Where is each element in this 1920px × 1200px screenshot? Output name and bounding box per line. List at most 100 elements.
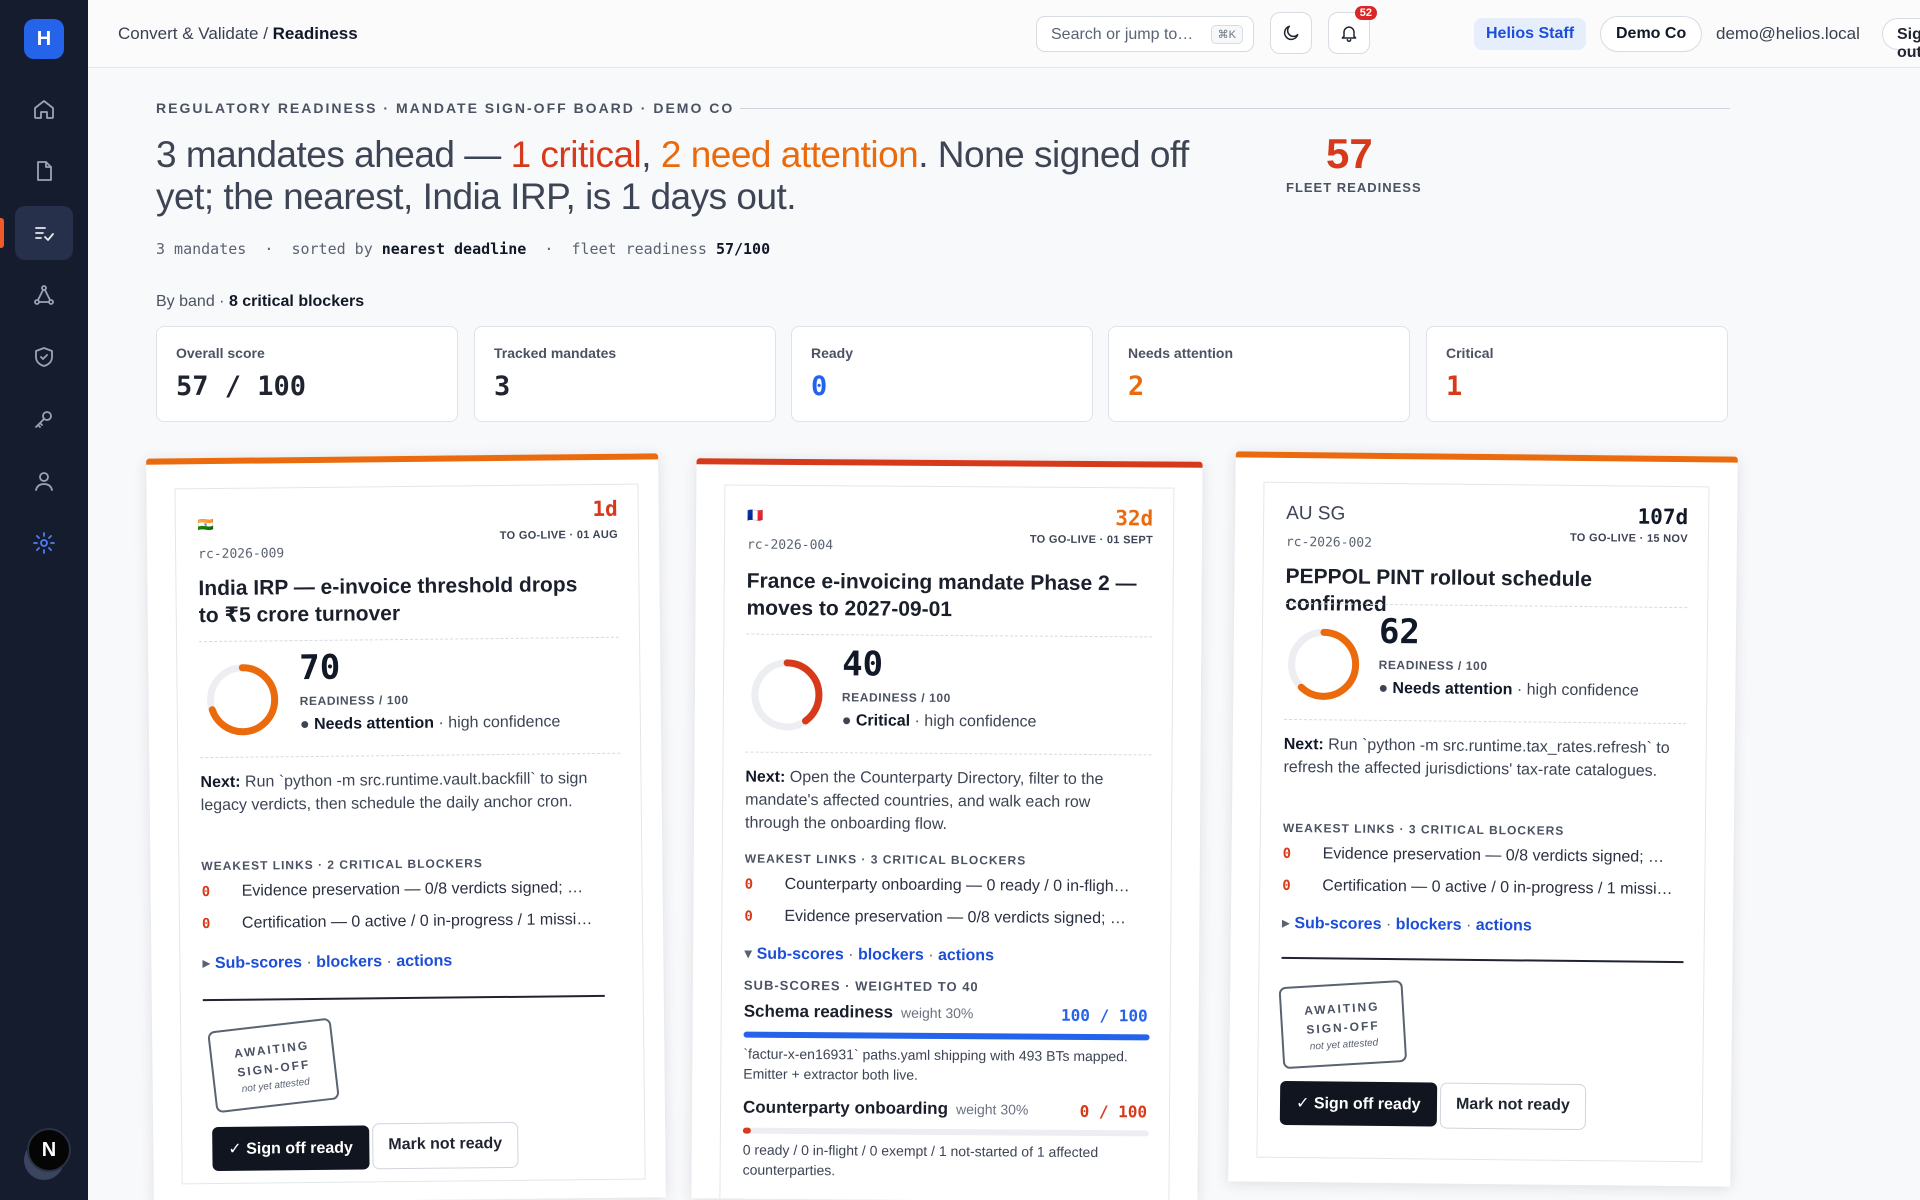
- blocker-item[interactable]: 0 Certification — 0 active / 0 in-progres…: [1282, 877, 1684, 899]
- blocker-item[interactable]: 0 Certification — 0 active / 0 in-progres…: [202, 911, 622, 933]
- meta-sort-value[interactable]: nearest deadline: [382, 240, 527, 258]
- nav-security[interactable]: [15, 330, 73, 384]
- mandate-ref: rc-2026-002: [1285, 534, 1373, 551]
- nav-users[interactable]: [15, 454, 73, 508]
- subscore-bar: [743, 1031, 1150, 1041]
- stat-value: 2: [1128, 371, 1145, 402]
- weakest-links-header: WEAKEST LINKS · 3 CRITICAL BLOCKERS: [1282, 820, 1565, 838]
- status-text: Needs attention: [1392, 680, 1513, 699]
- details-toggle[interactable]: ▸ Sub-scores · blockers · actions: [202, 951, 452, 974]
- link-subscores[interactable]: Sub-scores: [215, 954, 302, 972]
- nav-home[interactable]: [15, 82, 73, 136]
- mandate-title[interactable]: India IRP — e-invoice threshold drops to…: [198, 571, 599, 629]
- meta-sep: ·: [526, 240, 572, 258]
- status-line: ● Needs attention · high confidence: [1378, 679, 1639, 700]
- mark-not-ready-button[interactable]: Mark not ready: [372, 1121, 519, 1170]
- nav-settings[interactable]: [15, 516, 73, 570]
- blocker-item[interactable]: 0 Evidence preservation — 0/8 verdicts si…: [202, 879, 622, 901]
- staff-badge: Helios Staff: [1474, 18, 1587, 50]
- fleet-readiness-score: 57: [1326, 130, 1373, 177]
- subscore-bar-fill: [742, 1127, 752, 1134]
- nav-network[interactable]: [15, 268, 73, 322]
- sign-out-button[interactable]: Sign out: [1882, 18, 1920, 61]
- home-icon: [34, 100, 54, 119]
- next-text: Open the Counterparty Directory, filter …: [744, 768, 1104, 833]
- subscore-weight: weight 30%: [900, 1004, 974, 1022]
- mandate-title[interactable]: France e-invoicing mandate Phase 2 — mov…: [746, 568, 1146, 625]
- stat-value: 0: [811, 371, 828, 402]
- mandate-card-inner: 🇫🇷 rc-2026-004 32d TO GO-LIVE · 01 SEPT …: [719, 484, 1175, 1200]
- link-subscores[interactable]: Sub-scores: [757, 946, 844, 964]
- mark-not-ready-button[interactable]: Mark not ready: [1439, 1082, 1587, 1131]
- nav-readiness[interactable]: [15, 206, 73, 260]
- mandate-ref: rc-2026-004: [746, 537, 834, 554]
- next-action: Next: Open the Counterparty Directory, f…: [745, 766, 1145, 838]
- awaiting-signoff-stamp: AWAITING SIGN-OFF not yet attested: [1278, 979, 1408, 1070]
- nav-keys[interactable]: [15, 392, 73, 446]
- link-blockers[interactable]: blockers: [858, 946, 924, 963]
- fleet-readiness-label: FLEET READINESS: [1286, 180, 1422, 195]
- stat-value: 1: [1446, 371, 1463, 402]
- status-text: Needs attention: [313, 714, 435, 733]
- topbar: Convert & Validate / Readiness Search or…: [88, 0, 1920, 68]
- breadcrumb-current: Readiness: [272, 24, 358, 43]
- link-blockers[interactable]: blockers: [316, 953, 382, 971]
- flag-france-icon: 🇫🇷: [747, 507, 764, 523]
- next-label: Next:: [1283, 735, 1324, 754]
- app-logo[interactable]: H: [24, 19, 64, 59]
- mandate-card-france: 🇫🇷 rc-2026-004 32d TO GO-LIVE · 01 SEPT …: [691, 458, 1203, 1200]
- meta-fleet-value: 57/100: [715, 240, 771, 258]
- blocker-item[interactable]: 0 Evidence preservation — 0/8 verdicts si…: [744, 908, 1150, 929]
- subscores-header: SUB-SCORES · WEIGHTED TO 40: [743, 977, 979, 995]
- link-actions[interactable]: actions: [1476, 917, 1532, 935]
- readiness-icon: [35, 227, 54, 241]
- sign-off-ready-button[interactable]: ✓ Sign off ready: [1279, 1080, 1437, 1127]
- signature-line: [1281, 956, 1684, 964]
- search-input[interactable]: Search or jump to… ⌘K: [1036, 16, 1254, 52]
- readiness-ring: [751, 659, 823, 731]
- blocker-item[interactable]: 0 Evidence preservation — 0/8 verdicts si…: [1283, 845, 1685, 867]
- confidence-text: · high confidence: [1512, 681, 1639, 700]
- subscore-title: Counterparty onboarding: [742, 1097, 949, 1119]
- summary-meta: 3 mandates · sorted by nearest deadline …: [156, 240, 770, 258]
- subscore-value: 100 / 100: [1060, 1005, 1148, 1026]
- key-icon: [35, 411, 52, 428]
- link-blockers[interactable]: blockers: [1396, 916, 1462, 934]
- stat-value: 57 / 100: [176, 371, 307, 402]
- link-actions[interactable]: actions: [938, 947, 994, 964]
- by-band-label: By band ·: [156, 293, 229, 310]
- sign-off-ready-button[interactable]: ✓ Sign off ready: [212, 1125, 370, 1172]
- link-sep: ·: [843, 946, 859, 964]
- shield-icon: [35, 347, 53, 367]
- subscore-bar-fill: [743, 1031, 1150, 1041]
- mandate-title[interactable]: PEPPOL PINT rollout schedule confirmed: [1285, 563, 1696, 621]
- blocker-text: Certification — 0 active / 0 in-progress…: [1322, 877, 1673, 898]
- nav-documents[interactable]: [15, 144, 73, 198]
- mandate-card-inner: AU SG rc-2026-002 107d TO GO-LIVE · 15 N…: [1256, 481, 1710, 1163]
- theme-toggle-button[interactable]: [1270, 12, 1312, 54]
- notifications-button[interactable]: 52: [1328, 6, 1377, 54]
- link-subscores[interactable]: Sub-scores: [1294, 915, 1381, 933]
- go-live-date: TO GO-LIVE · 01 SEPT: [1029, 533, 1154, 547]
- expand-arrow-icon: ▸: [1281, 914, 1291, 932]
- status-line: ● Needs attention · high confidence: [299, 713, 561, 734]
- headline-critical: 1 critical: [510, 134, 642, 175]
- link-actions[interactable]: actions: [396, 953, 452, 971]
- breadcrumb-parent[interactable]: Convert & Validate: [118, 24, 258, 43]
- blocker-item[interactable]: 0 Counterparty onboarding — 0 ready / 0 i…: [745, 876, 1151, 897]
- subscore-bar: [742, 1127, 1149, 1137]
- user-avatar[interactable]: N: [27, 1128, 71, 1172]
- search-shortcut: ⌘K: [1210, 25, 1243, 44]
- next-text: Run `python -m src.runtime.vault.backfil…: [200, 770, 588, 815]
- company-switcher[interactable]: Demo Co: [1600, 16, 1703, 52]
- next-action: Next: Run `python -m src.runtime.vault.b…: [200, 767, 600, 817]
- details-toggle[interactable]: ▸ Sub-scores · blockers · actions: [1282, 913, 1532, 936]
- stat-label: Tracked mandates: [494, 345, 617, 361]
- user-email: demo@helios.local: [1716, 24, 1860, 43]
- stat-label: Needs attention: [1128, 345, 1234, 361]
- stat-card-ready: Ready 0: [791, 326, 1093, 422]
- expand-arrow-icon: ▸: [202, 955, 211, 973]
- headline-attention: 2 need attention: [660, 134, 919, 175]
- subscore-name: Schema readiness weight 30%: [744, 1002, 974, 1024]
- details-toggle[interactable]: ▾ Sub-scores · blockers · actions: [744, 944, 994, 966]
